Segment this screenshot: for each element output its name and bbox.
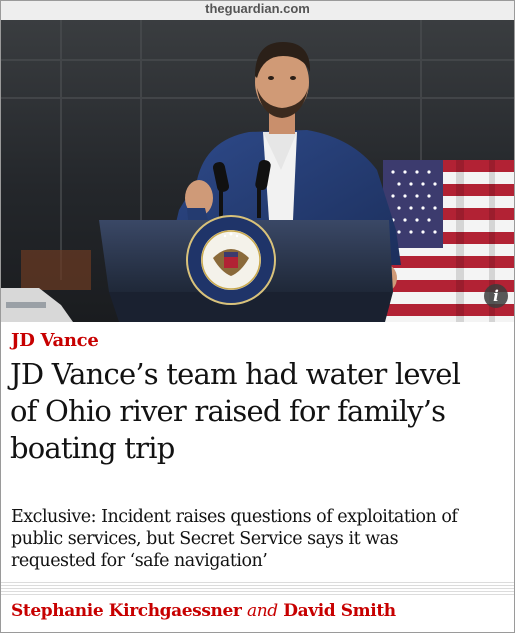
standfirst-line: requested for ‘safe navigation’ (11, 551, 268, 571)
standfirst-line: public services, but Secret Service says… (11, 529, 399, 549)
author-link[interactable]: David Smith (283, 601, 396, 621)
author-link[interactable]: Stephanie Kirchgaessner (11, 601, 242, 621)
byline: Stephanie Kirchgaessner and David Smith (11, 601, 396, 621)
standfirst-line: Exclusive: Incident raises questions of … (11, 507, 458, 527)
headline-line: boating trip (10, 431, 175, 465)
url-bar[interactable]: theguardian.com (1, 1, 514, 20)
hero-photo[interactable]: i (1, 20, 514, 322)
headline-line: of Ohio river raised for family’s (10, 394, 446, 428)
info-icon[interactable]: i (484, 284, 508, 308)
article-card: theguardian.com i JD Vance JD Vance’s te… (0, 0, 515, 633)
divider-rules (1, 582, 514, 596)
site-domain: theguardian.com (205, 1, 310, 16)
vp-seal-icon (186, 215, 276, 305)
headline[interactable]: JD Vance’s team had water level of Ohio … (10, 356, 510, 467)
headline-line: JD Vance’s team had water level (10, 357, 461, 391)
byline-conjunction: and (246, 601, 278, 621)
photo-illustration (1, 20, 514, 322)
section-kicker[interactable]: JD Vance (11, 330, 99, 351)
standfirst: Exclusive: Incident raises questions of … (11, 506, 511, 572)
